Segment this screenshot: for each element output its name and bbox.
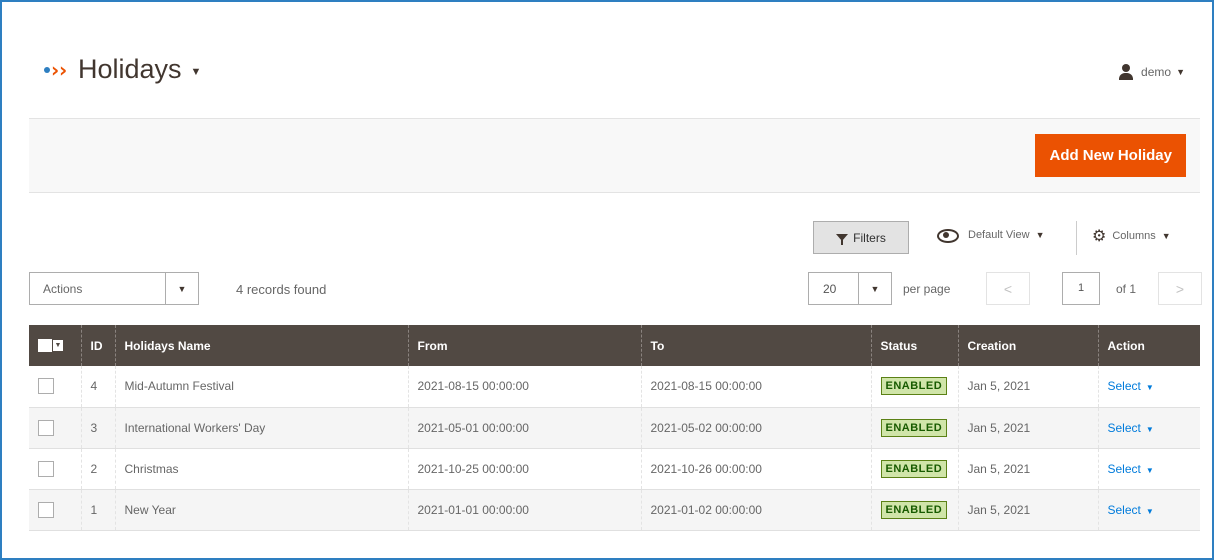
actions-label: Actions [43,282,83,296]
filters-button[interactable]: Filters [813,221,909,254]
caret-down-icon[interactable]: ▼ [53,340,63,351]
cell-creation: Jan 5, 2021 [957,366,1098,408]
chevron-right-icon: > [1175,280,1185,297]
chevron-left-icon: < [1003,280,1013,297]
user-name[interactable]: demo [1141,65,1171,79]
next-page-button[interactable]: > [1158,272,1202,305]
cell-id: 1 [80,489,115,531]
table-row[interactable]: 3 International Workers' Day 2021-05-01 … [29,407,1200,449]
page-number-input[interactable]: 1 [1062,272,1100,305]
per-page-value: 20 [823,282,837,296]
caret-down-icon: ▼ [1145,383,1154,393]
gear-icon: ⚙ [1092,226,1107,245]
status-badge: ENABLED [880,418,948,437]
row-checkbox[interactable] [38,419,54,436]
cell-creation: Jan 5, 2021 [957,448,1098,490]
cell-from: 2021-10-25 00:00:00 [407,448,641,490]
caret-down-icon: ▼ [1145,465,1154,475]
row-checkbox[interactable] [38,501,54,518]
cell-name: International Workers' Day [114,407,408,449]
table-row[interactable]: 2 Christmas 2021-10-25 00:00:00 2021-10-… [29,448,1200,490]
column-header-to[interactable]: To [640,325,871,366]
view-label: Default View [968,229,1030,241]
column-header-id[interactable]: ID [80,325,115,366]
cell-id: 3 [80,407,115,449]
eye-icon [936,228,959,243]
prev-page-button[interactable]: < [986,272,1030,305]
caret-down-icon: ▼ [1035,230,1045,240]
select-label[interactable]: Select [1108,503,1141,517]
columns-label: Columns [1112,230,1156,242]
app-frame: › › Holidays ▼ demo ▼ Add New Holiday Fil… [0,0,1214,560]
cell-to: 2021-10-26 00:00:00 [640,448,871,490]
column-header-name[interactable]: Holidays Name [114,325,408,366]
row-checkbox[interactable] [38,460,54,477]
cell-id: 4 [80,366,115,408]
grid-header-row: ▼ ID Holidays Name From To Status Creati… [29,325,1200,366]
row-action-select[interactable]: Select ▼ [1108,379,1154,393]
checkbox-icon[interactable] [38,339,52,352]
cell-from: 2021-05-01 00:00:00 [407,407,641,449]
column-header-action: Action [1097,325,1200,366]
column-header-from[interactable]: From [407,325,641,366]
cell-to: 2021-05-02 00:00:00 [640,407,871,449]
filter-icon [836,234,849,245]
per-page-select[interactable]: 20 ▼ [808,272,892,305]
status-badge: ENABLED [880,377,948,396]
user-icon [1118,64,1134,80]
row-action-select[interactable]: Select ▼ [1108,421,1154,435]
table-row[interactable]: 1 New Year 2021-01-01 00:00:00 2021-01-0… [29,489,1200,531]
caret-down-icon: ▼ [1145,424,1154,434]
cell-name: Mid-Autumn Festival [114,366,408,408]
select-label[interactable]: Select [1108,421,1141,435]
status-badge: ENABLED [880,459,948,478]
caret-down-icon: ▼ [1161,231,1171,241]
caret-down-icon[interactable]: ▼ [858,273,891,304]
cell-name: New Year [114,489,408,531]
cell-id: 2 [80,448,115,490]
filters-label: Filters [853,230,886,245]
caret-down-icon[interactable]: ▼ [165,273,198,304]
table-row[interactable]: 4 Mid-Autumn Festival 2021-08-15 00:00:0… [29,366,1200,408]
toolbar-divider [1076,221,1077,255]
select-label[interactable]: Select [1108,379,1141,393]
column-header-status[interactable]: Status [870,325,958,366]
caret-down-icon: ▼ [1176,67,1185,77]
cell-from: 2021-01-01 00:00:00 [407,489,641,531]
cell-to: 2021-08-15 00:00:00 [640,366,871,408]
user-menu[interactable]: demo ▼ [1118,64,1185,80]
mass-actions-dropdown[interactable]: Actions ▼ [29,272,199,305]
status-badge: ENABLED [880,500,948,519]
per-page-label: per page [903,282,951,296]
page-total: of 1 [1116,282,1137,296]
select-label[interactable]: Select [1108,462,1141,476]
add-new-holiday-button[interactable]: Add New Holiday [1035,134,1186,177]
columns-control[interactable]: ⚙ Columns ▼ [1092,228,1171,244]
records-found: 4 records found [236,282,327,297]
column-header-creation[interactable]: Creation [957,325,1098,366]
mass-select-header[interactable]: ▼ [29,325,81,366]
page-title[interactable]: Holidays [78,54,182,85]
cell-from: 2021-08-15 00:00:00 [407,366,641,408]
caret-down-icon: ▼ [1145,506,1154,516]
cell-creation: Jan 5, 2021 [957,489,1098,531]
cell-creation: Jan 5, 2021 [957,407,1098,449]
holidays-grid: ▼ ID Holidays Name From To Status Creati… [29,325,1200,531]
caret-down-icon[interactable]: ▼ [191,66,202,78]
view-switcher[interactable]: Default View ▼ [936,228,1045,243]
cell-to: 2021-01-02 00:00:00 [640,489,871,531]
row-action-select[interactable]: Select ▼ [1108,462,1154,476]
page-header: › › Holidays ▼ [42,54,201,85]
row-action-select[interactable]: Select ▼ [1108,503,1154,517]
logo-icon: › › [42,60,72,80]
cell-name: Christmas [114,448,408,490]
row-checkbox[interactable] [38,378,54,395]
page-actions-bar: Add New Holiday [29,118,1200,193]
